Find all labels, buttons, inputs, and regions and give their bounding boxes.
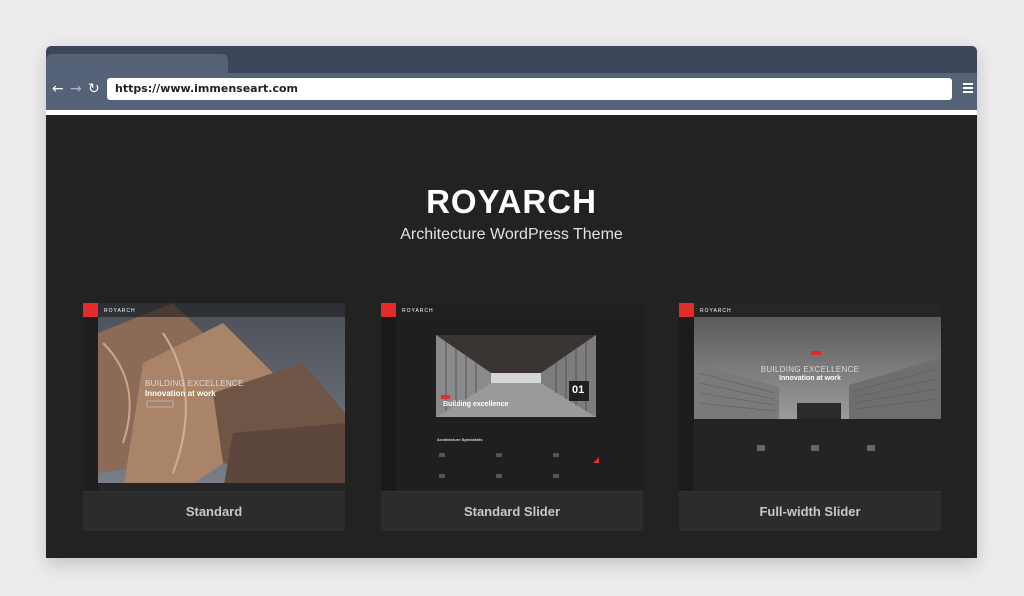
demo-card-standard-slider[interactable]: ROYARCH Building excellence 01 Architect… [381, 303, 643, 531]
address-bar[interactable]: https://www.immenseart.com [107, 78, 952, 100]
demo-thumbnail-standard[interactable]: ROYARCH BUILDING EXCELLENCE Innovation a… [83, 303, 345, 491]
preview-logo: ROYARCH [402, 308, 434, 314]
browser-toolbar: ← → ↻ https://www.immenseart.com [46, 73, 977, 110]
full-width-slider-preview-graphic [679, 303, 941, 491]
preview-logo: ROYARCH [700, 308, 732, 314]
preview-section-title: Architecture Specialists [437, 437, 483, 442]
preview-headline: Building excellence [443, 401, 509, 408]
forward-arrow-icon[interactable]: → [70, 81, 82, 97]
card-label-standard[interactable]: Standard [83, 491, 345, 531]
preview-headline-light: BUILDING EXCELLENCE [145, 379, 244, 388]
page-content: ROYARCH Architecture WordPress Theme ROY… [46, 115, 977, 558]
back-arrow-icon[interactable]: ← [52, 81, 64, 97]
reload-icon[interactable]: ↻ [88, 81, 100, 97]
demo-thumbnail-standard-slider[interactable]: ROYARCH Building excellence 01 Architect… [381, 303, 643, 491]
preview-headline-bold: Innovation at work [779, 375, 841, 382]
url-text: https://www.immenseart.com [115, 82, 298, 95]
browser-window: ← → ↻ https://www.immenseart.com ROYARCH… [46, 46, 977, 558]
standard-slider-preview-graphic [381, 303, 643, 491]
demo-thumbnail-full-width-slider[interactable]: ROYARCH BUILDING EXCELLENCE Innovation a… [679, 303, 941, 491]
card-label-standard-slider[interactable]: Standard Slider [381, 491, 643, 531]
brand-tagline: Architecture WordPress Theme [400, 226, 623, 243]
preview-headline-bold: Innovation at work [145, 389, 216, 398]
demo-card-standard[interactable]: ROYARCH BUILDING EXCELLENCE Innovation a… [83, 303, 345, 531]
brand-title: ROYARCH [426, 183, 597, 220]
browser-titlebar [46, 46, 977, 78]
preview-headline-light: BUILDING EXCELLENCE [760, 365, 860, 374]
card-label-full-width-slider[interactable]: Full-width Slider [679, 491, 941, 531]
slide-number: 01 [572, 384, 585, 396]
demo-card-full-width-slider[interactable]: ROYARCH BUILDING EXCELLENCE Innovation a… [679, 303, 941, 531]
hamburger-menu-icon[interactable] [963, 83, 973, 93]
preview-logo: ROYARCH [104, 308, 136, 314]
